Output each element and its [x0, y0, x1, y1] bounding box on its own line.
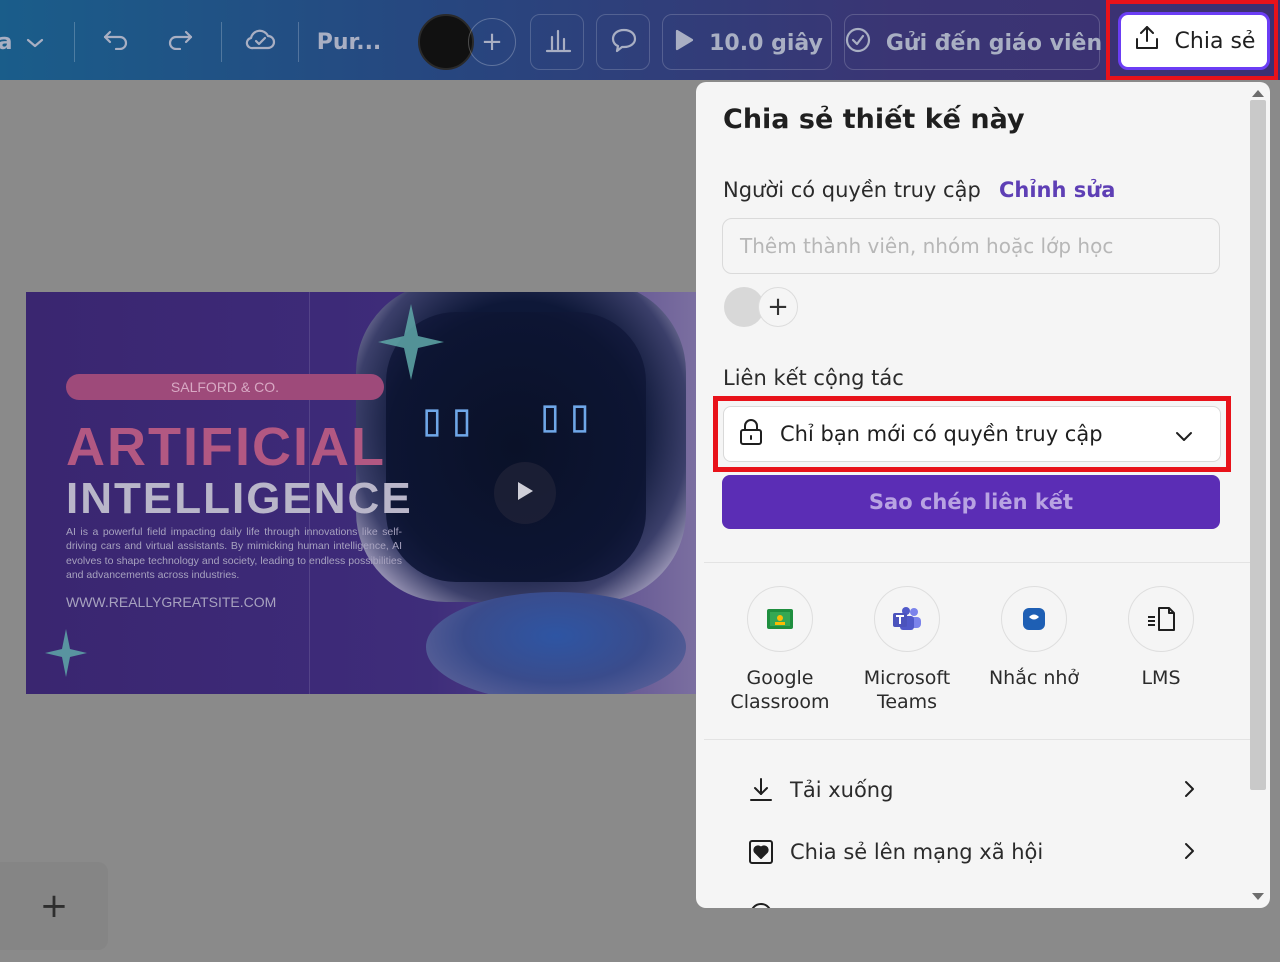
- plus-icon: +: [767, 292, 789, 322]
- design-body-text: AI is a powerful field impacting daily l…: [66, 526, 402, 581]
- plus-icon: +: [481, 27, 503, 57]
- send-content: Gửi đến giáo viên: [844, 15, 1103, 71]
- download-label: Tải xuống: [790, 778, 894, 802]
- play-icon: [514, 479, 536, 507]
- brand-tag: SALFORD & CO.: [66, 374, 384, 400]
- share-panel-title: Chia sẻ thiết kế này: [723, 104, 1025, 135]
- robot-eye-right: ▯▯: [536, 388, 596, 442]
- duration-label: 10.0 giây: [709, 30, 823, 56]
- redo-icon: [166, 28, 194, 56]
- download-icon: [746, 775, 776, 805]
- social-share-row[interactable]: Chia sẻ lên mạng xã hội: [746, 832, 1196, 872]
- top-toolbar: a Pur... + 10.0 giây Gửi đến giáo viên: [0, 0, 1280, 80]
- lock-icon: [738, 418, 764, 451]
- check-circle-icon: [844, 26, 872, 60]
- member-search-input[interactable]: Thêm thành viên, nhóm hoặc lớp học: [722, 218, 1220, 274]
- comment-icon-wrap: [597, 15, 651, 71]
- comment-button[interactable]: [596, 14, 650, 70]
- insights-button[interactable]: [530, 14, 584, 70]
- scroll-up-arrow-icon[interactable]: [1252, 90, 1264, 97]
- bar-chart-icon: [544, 27, 572, 59]
- add-collaborator-button[interactable]: +: [466, 14, 518, 70]
- add-page-button[interactable]: +: [0, 862, 108, 950]
- share-button-label: Chia sẻ: [1174, 28, 1256, 54]
- share-app-reminder[interactable]: Nhắc nhở: [979, 586, 1089, 690]
- access-label: Người có quyền truy cập: [723, 178, 981, 202]
- robot-base: [426, 592, 686, 694]
- comment-icon: [610, 27, 638, 59]
- insights-icon-wrap: [531, 15, 585, 71]
- video-play-button[interactable]: [494, 462, 556, 524]
- app-label: Microsoft Teams: [863, 667, 951, 713]
- design-title-line1: ARTIFICIAL: [66, 417, 386, 477]
- scrollbar-thumb[interactable]: [1250, 100, 1266, 790]
- design-title-line2: INTELLIGENCE: [66, 474, 413, 523]
- send-to-teacher-button[interactable]: Gửi đến giáo viên: [844, 14, 1103, 71]
- toolbar-divider: [221, 22, 222, 62]
- google-classroom-icon: [747, 586, 813, 652]
- scroll-down-arrow-icon[interactable]: [1252, 893, 1264, 900]
- access-dropdown[interactable]: Chỉ bạn mới có quyền truy cập: [723, 406, 1221, 462]
- collab-link-label: Liên kết cộng tác: [723, 366, 904, 390]
- app-label: LMS: [1141, 667, 1181, 689]
- section-divider: [704, 562, 1262, 563]
- share-button[interactable]: Chia sẻ: [1118, 12, 1270, 70]
- access-dropdown-value: Chỉ bạn mới có quyền truy cập: [780, 422, 1103, 446]
- toolbar-divider: [298, 22, 299, 62]
- sparkle-star-small-icon: [45, 629, 87, 677]
- redo-button[interactable]: [160, 14, 200, 70]
- design-page[interactable]: ▯▯ ▯▯ SALFORD & CO. ARTIFICIAL INTELLIGE…: [26, 292, 696, 694]
- send-to-teacher-label: Gửi đến giáo viên: [885, 30, 1103, 56]
- edit-access-link[interactable]: Chỉnh sửa: [999, 178, 1115, 202]
- add-collaborator-circle: +: [468, 18, 516, 66]
- document-name-label: Pur...: [316, 29, 382, 55]
- cloud-check-icon: [244, 27, 276, 57]
- undo-icon: [102, 28, 130, 56]
- play-icon: [673, 28, 695, 58]
- download-row[interactable]: Tải xuống: [746, 770, 1196, 810]
- toolbar-divider: [74, 22, 75, 62]
- chevron-right-icon: [1182, 840, 1196, 867]
- app-label: Nhắc nhở: [988, 667, 1080, 689]
- copy-link-button[interactable]: Sao chép liên kết: [722, 475, 1220, 529]
- plus-icon: +: [39, 886, 69, 926]
- chevron-down-icon: [1174, 424, 1194, 448]
- chevron-down-icon: [26, 30, 44, 55]
- share-panel: Chia sẻ thiết kế này Người có quyền truy…: [696, 82, 1270, 908]
- app-menu[interactable]: a: [0, 14, 48, 70]
- play-content: 10.0 giây: [663, 15, 833, 71]
- sparkle-star-icon: [378, 304, 444, 380]
- more-options-row-cut[interactable]: [746, 894, 1196, 908]
- design-url: WWW.REALLYGREATSITE.COM: [66, 594, 277, 610]
- add-member-button[interactable]: +: [758, 287, 798, 327]
- share-app-lms[interactable]: LMS: [1106, 586, 1216, 690]
- play-button[interactable]: 10.0 giây: [662, 14, 832, 70]
- share-app-google-classroom[interactable]: Google Classroom: [725, 586, 835, 714]
- circle-icon: [746, 899, 776, 908]
- cloud-save-button[interactable]: [240, 14, 280, 70]
- document-name[interactable]: Pur...: [316, 14, 382, 70]
- share-app-microsoft-teams[interactable]: Microsoft Teams: [852, 586, 962, 714]
- section-divider: [704, 739, 1262, 740]
- undo-button[interactable]: [96, 14, 136, 70]
- app-label: Google Classroom: [730, 667, 830, 713]
- reminder-icon: [1001, 586, 1067, 652]
- chevron-right-icon: [1182, 778, 1196, 805]
- social-share-label: Chia sẻ lên mạng xã hội: [790, 840, 1044, 864]
- robot-eye-left: ▯▯: [418, 392, 478, 446]
- app-menu-label: a: [0, 29, 13, 55]
- microsoft-teams-icon: [874, 586, 940, 652]
- upload-share-icon: [1133, 24, 1161, 58]
- social-heart-icon: [746, 837, 776, 867]
- lms-icon: [1128, 586, 1194, 652]
